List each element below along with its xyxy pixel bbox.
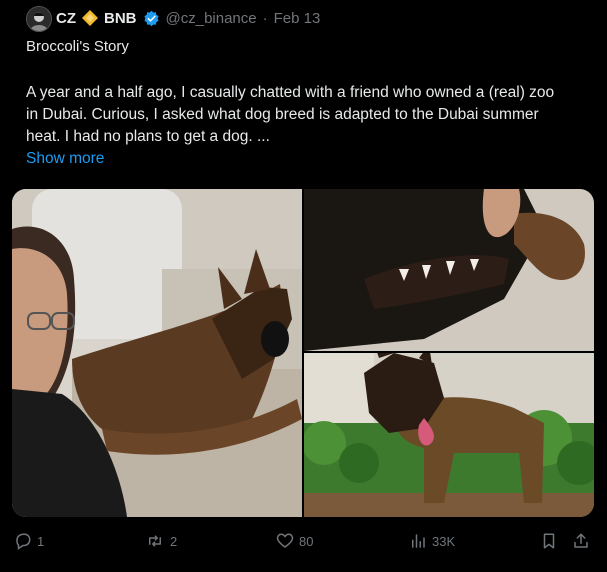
- photo-man-with-dog[interactable]: [12, 189, 302, 517]
- author-handle[interactable]: @cz_binance: [166, 10, 257, 27]
- reply-count: 1: [37, 533, 45, 549]
- repost-button[interactable]: 2: [145, 532, 177, 550]
- share-button[interactable]: [572, 532, 590, 550]
- media-grid: [12, 189, 594, 517]
- show-more-link[interactable]: Show more: [26, 150, 104, 168]
- tweet-header: CZ BNB @cz_binance · Feb 13: [56, 8, 320, 28]
- like-count: 80: [299, 533, 314, 549]
- like-button[interactable]: 80: [276, 532, 313, 550]
- reply-button[interactable]: 1: [14, 532, 44, 550]
- photo-dog-garden[interactable]: [304, 353, 594, 517]
- avatar[interactable]: [26, 6, 52, 32]
- share-icon: [572, 532, 590, 550]
- like-icon: [276, 532, 294, 550]
- reply-icon: [14, 532, 32, 550]
- views-count: 33K: [432, 533, 456, 549]
- tweet-body: A year and a half ago, I casually chatte…: [26, 84, 555, 145]
- author-name[interactable]: CZ: [56, 10, 76, 27]
- photo-dog-teeth[interactable]: [304, 189, 594, 351]
- separator-dot: ·: [262, 9, 268, 27]
- repost-icon: [145, 532, 165, 550]
- views-button[interactable]: 33K: [409, 532, 455, 550]
- views-icon: [409, 532, 427, 550]
- tweet-date[interactable]: Feb 13: [274, 10, 321, 27]
- bookmark-icon: [540, 532, 558, 550]
- author-name-suffix[interactable]: BNB: [104, 10, 137, 27]
- tweet-title: Broccoli's Story: [26, 38, 129, 55]
- verified-icon: [143, 10, 160, 27]
- repost-count: 2: [170, 533, 178, 549]
- bnb-icon: [82, 10, 98, 26]
- action-bar: 1 2 80 33K: [0, 530, 607, 556]
- bookmark-button[interactable]: [540, 532, 558, 550]
